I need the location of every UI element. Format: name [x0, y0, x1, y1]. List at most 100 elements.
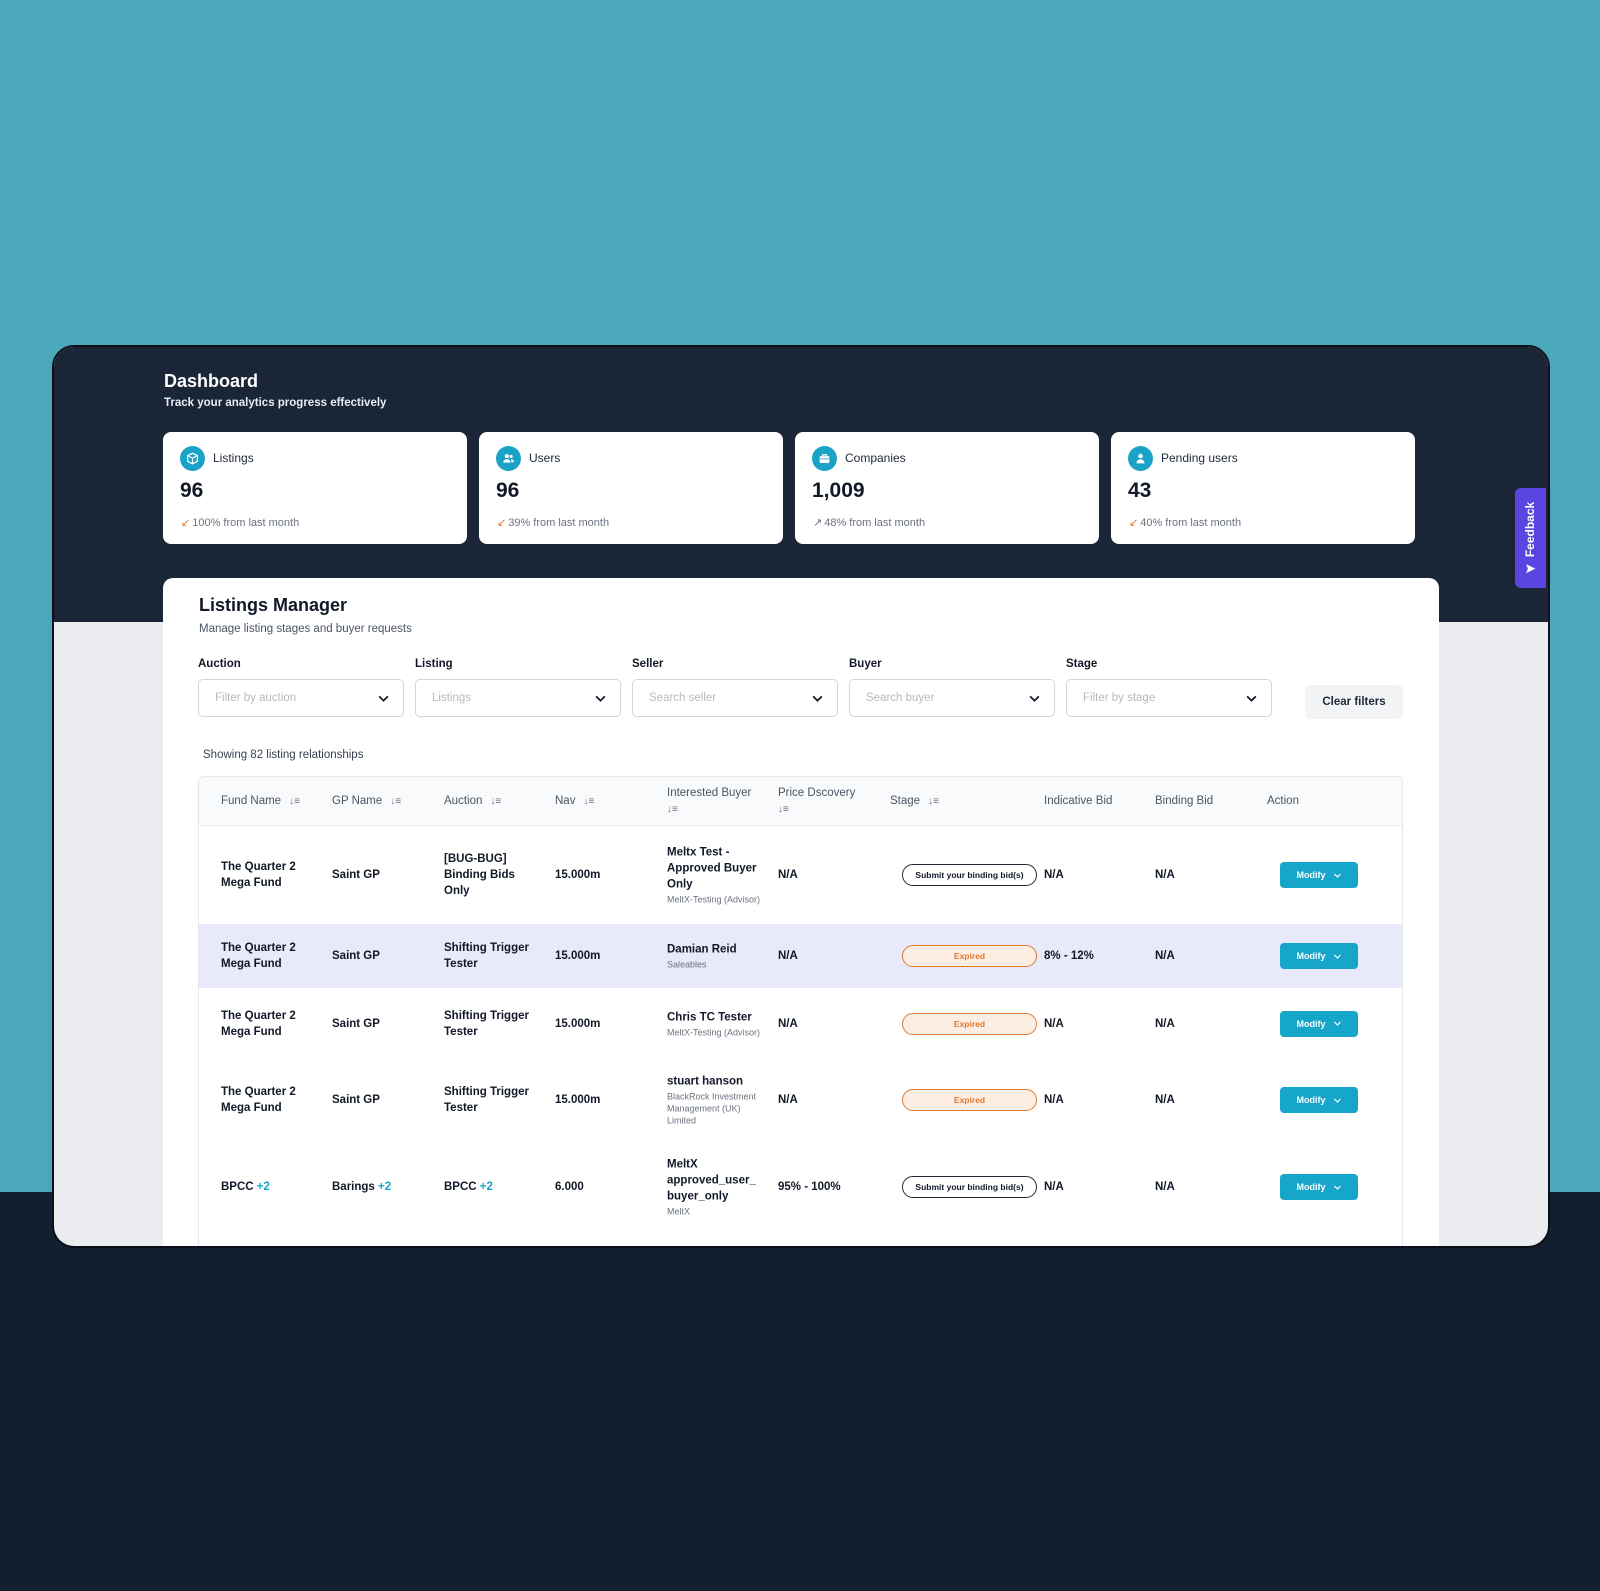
buyer-cell: Chris TC Tester MeltX-Testing (Advisor) [667, 1009, 767, 1038]
page-title: Dashboard [164, 371, 259, 391]
column-header-gp-name[interactable]: GP Name ↓≡ [332, 793, 401, 810]
modify-button[interactable]: Modify [1280, 1010, 1358, 1037]
stage-badge: Submit your binding bid(s) [902, 1176, 1037, 1198]
column-header-auction[interactable]: Auction ↓≡ [444, 793, 501, 810]
column-header-stage[interactable]: Stage ↓≡ [890, 793, 939, 810]
column-header-fund-name[interactable]: Fund Name ↓≡ [221, 793, 300, 810]
price-discovery-cell: N/A [778, 1017, 798, 1030]
page-subtitle: Track your analytics progress effectivel… [164, 397, 387, 409]
column-header-interested-buyer[interactable]: Interested Buyer ↓≡ [667, 785, 767, 818]
seller-select[interactable]: Search seller [632, 679, 838, 717]
box-icon [180, 446, 205, 471]
buyer-org: BlackRock Investment Management (UK) Lim… [667, 1091, 757, 1126]
column-header-binding-bid: Binding Bid [1155, 795, 1214, 807]
section-title: Listings Manager [199, 595, 348, 615]
filter-buyer: Buyer Search buyer [849, 658, 1055, 717]
stat-value: 96 [496, 479, 520, 502]
auction-cell: Shifting Trigger Tester [444, 1009, 529, 1038]
binding-bid-cell: N/A [1155, 1094, 1175, 1106]
nav-cell: 6.000 [555, 1181, 584, 1193]
price-discovery-cell: N/A [778, 1094, 798, 1106]
buyer-cell: Damian Reid Saleables [667, 942, 767, 971]
feedback-tab[interactable]: Feedback [1515, 488, 1546, 588]
gp-name-cell: Barings +2 [332, 1181, 392, 1193]
stat-label: Users [529, 451, 561, 465]
more-count[interactable]: +2 [480, 1181, 493, 1193]
table-header: Fund Name ↓≡ GP Name ↓≡ Auction ↓≡ Nav ↓≡ In… [199, 777, 1402, 826]
sort-icon[interactable]: ↓≡ [667, 804, 678, 815]
listings-manager-panel: Listings Manager Manage listing stages a… [163, 578, 1439, 1246]
nav-cell: 15.000m [555, 950, 601, 962]
stage-select[interactable]: Filter by stage [1066, 679, 1272, 717]
indicative-bid-cell: N/A [1044, 869, 1064, 881]
table-row[interactable]: The Quarter 2 Mega Fund Saint GP Shiftin… [199, 988, 1402, 1060]
modify-button[interactable]: Modify [1280, 1087, 1358, 1113]
trend-up-icon: ↗ [813, 517, 823, 529]
stat-card-users: Users 96 ↙ 39% from last month [479, 432, 783, 544]
trend-down-icon: ↙ [497, 517, 507, 529]
binding-bid-cell: N/A [1155, 1181, 1175, 1193]
sort-icon[interactable]: ↓≡ [928, 796, 939, 807]
modify-button[interactable]: Modify [1280, 943, 1358, 969]
select-placeholder: Listings [432, 692, 471, 704]
chevron-down-icon [1333, 873, 1341, 878]
gp-name-cell: Saint GP [332, 1017, 380, 1030]
chevron-down-icon [1333, 1185, 1341, 1190]
sort-icon[interactable]: ↓≡ [583, 796, 594, 807]
trend-down-icon: ↙ [1129, 517, 1139, 529]
send-icon [1525, 564, 1536, 574]
more-count[interactable]: +2 [378, 1181, 391, 1193]
stat-card-listings: Listings 96 ↙ 100% from last month [163, 432, 467, 544]
buyer-select[interactable]: Search buyer [849, 679, 1055, 717]
modify-button[interactable]: Modify [1280, 862, 1358, 888]
sort-icon[interactable]: ↓≡ [778, 804, 789, 815]
indicative-bid-cell: N/A [1044, 1017, 1064, 1030]
gp-name-cell: Saint GP [332, 869, 380, 881]
table-row[interactable]: The Quarter 2 Mega Fund Saint GP Shiftin… [199, 924, 1402, 989]
listing-select[interactable]: Listings [415, 679, 621, 717]
table-row[interactable]: The Quarter 2 Mega Fund Saint GP Shiftin… [199, 1059, 1402, 1142]
column-header-nav[interactable]: Nav ↓≡ [555, 793, 594, 810]
stage-badge: Expired [902, 945, 1037, 967]
filter-stage: Stage Filter by stage [1066, 658, 1272, 717]
column-header-indicative-bid: Indicative Bid [1044, 795, 1113, 807]
column-header-price-discovery[interactable]: Price Dscovery ↓≡ [778, 785, 878, 818]
gp-name-cell: Saint GP [332, 950, 380, 962]
modify-button[interactable]: Modify [1280, 1174, 1358, 1200]
more-count[interactable]: +2 [257, 1181, 270, 1193]
filter-seller: Seller Search seller [632, 658, 838, 717]
sort-icon[interactable]: ↓≡ [390, 796, 401, 807]
stat-change: ↙ 39% from last month [497, 517, 610, 529]
binding-bid-cell: N/A [1155, 950, 1175, 962]
stat-value: 96 [180, 479, 204, 502]
select-placeholder: Filter by auction [215, 692, 297, 704]
app-window: Dashboard Track your analytics progress … [52, 345, 1550, 1248]
feedback-label: Feedback [1523, 501, 1538, 558]
stat-label: Companies [845, 451, 906, 465]
filter-label: Seller [632, 658, 664, 670]
stat-change: ↗ 48% from last month [813, 517, 926, 529]
clear-filters-button[interactable]: Clear filters [1305, 685, 1403, 719]
filter-listing: Listing Listings [415, 658, 621, 717]
price-discovery-cell: 95% - 100% [778, 1181, 841, 1193]
chevron-down-icon [594, 692, 607, 705]
stat-label: Listings [213, 451, 254, 465]
buyer-cell: MeltX approved_user_ buyer_only MeltX [667, 1157, 763, 1218]
stat-value: 1,009 [812, 479, 865, 502]
table-row[interactable]: BPCC +2 Barings +2 BPCC +2 6.000 MeltX a… [199, 1141, 1402, 1233]
sort-icon[interactable]: ↓≡ [289, 796, 300, 807]
stat-card-pending-users: Pending users 43 ↙ 40% from last month [1111, 432, 1415, 544]
indicative-bid-cell: N/A [1044, 1094, 1064, 1106]
chevron-down-icon [1333, 1098, 1341, 1103]
fund-name-cell: The Quarter 2 Mega Fund [221, 942, 296, 970]
chevron-down-icon [1028, 692, 1041, 705]
results-count: Showing 82 listing relationships [203, 749, 364, 761]
chevron-down-icon [377, 692, 390, 705]
users-icon [496, 446, 521, 471]
price-discovery-cell: N/A [778, 869, 798, 881]
table-row[interactable]: The Quarter 2 Mega Fund Saint GP [BUG-BU… [199, 826, 1402, 925]
sort-icon[interactable]: ↓≡ [490, 796, 501, 807]
indicative-bid-cell: N/A [1044, 1181, 1064, 1193]
auction-select[interactable]: Filter by auction [198, 679, 404, 717]
stage-badge: Expired [902, 1089, 1037, 1111]
